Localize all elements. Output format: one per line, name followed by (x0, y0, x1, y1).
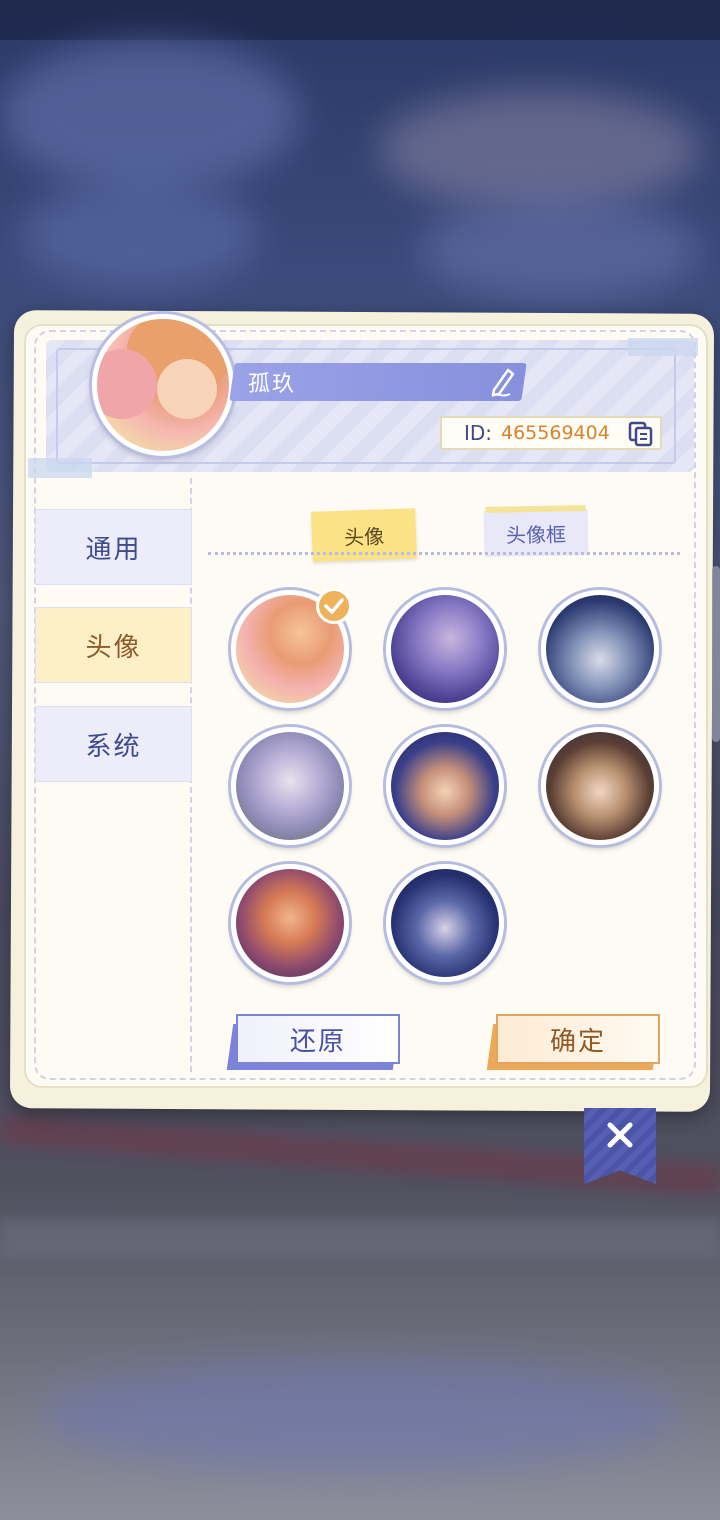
pencil-icon[interactable] (488, 366, 518, 398)
copy-icon[interactable] (628, 421, 654, 447)
sidebar-item-general[interactable]: 通用 (35, 509, 192, 585)
player-name: 孤玖 (248, 372, 297, 397)
avatar-option[interactable] (386, 590, 504, 708)
background-blob (20, 180, 260, 290)
sidebar-item-system[interactable]: 系统 (35, 706, 192, 782)
tape-decoration (28, 458, 92, 478)
avatar-option[interactable] (386, 727, 504, 845)
background-blob (0, 40, 300, 190)
id-value: 465569404 (501, 422, 610, 444)
background-top-strip (0, 0, 720, 40)
scrollbar[interactable] (712, 566, 720, 742)
avatar-option[interactable] (541, 727, 659, 845)
tab-avatar-frame-label: 头像框 (505, 521, 567, 548)
confirm-button[interactable]: 确定 (496, 1014, 660, 1064)
restore-button[interactable]: 还原 (236, 1014, 400, 1064)
close-icon (607, 1122, 633, 1148)
id-label: ID: (464, 421, 493, 445)
avatar-option[interactable] (231, 727, 349, 845)
sidebar-item-avatar[interactable]: 头像 (35, 607, 192, 683)
background-blob (420, 200, 700, 300)
avatar-option[interactable] (231, 864, 349, 982)
avatar-option[interactable] (386, 864, 504, 982)
check-icon (316, 588, 352, 624)
tab-avatar-frame[interactable]: 头像框 (483, 509, 589, 557)
avatar-option[interactable] (541, 590, 659, 708)
tab-underline (208, 552, 680, 555)
background-stripe (0, 1220, 720, 1260)
background-blob (380, 90, 700, 210)
tape-decoration (628, 338, 698, 356)
background-blob (40, 1360, 680, 1470)
current-avatar (92, 314, 234, 456)
